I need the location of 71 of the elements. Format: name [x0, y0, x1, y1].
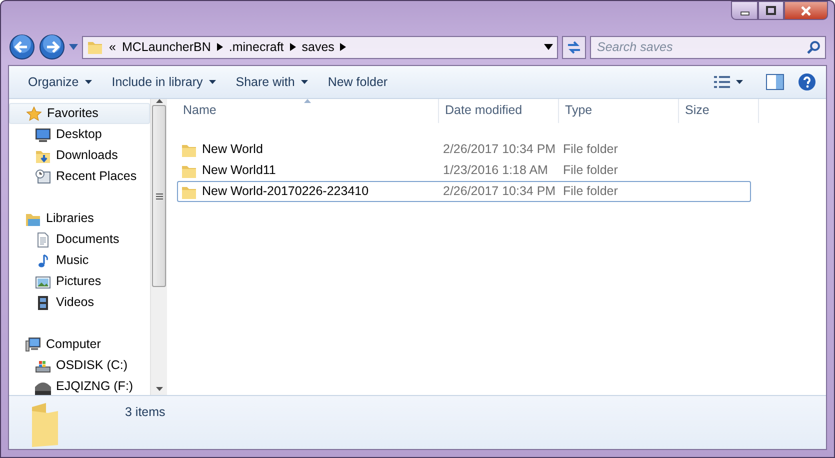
date-modified: 2/26/2017 10:34 PM [442, 183, 557, 200]
caret-icon [84, 80, 92, 84]
item-count: 3 items [125, 404, 166, 421]
recent-places-icon [35, 168, 51, 184]
refresh-button[interactable] [562, 36, 586, 58]
computer-icon [25, 336, 41, 352]
scrollbar[interactable] [150, 99, 167, 395]
sidebar-item[interactable]: Libraries [9, 208, 150, 229]
breadcrumb-item[interactable]: MCLauncherBN [122, 38, 211, 56]
sidebar-item[interactable]: Pictures [9, 271, 150, 292]
preview-pane-button[interactable] [766, 74, 784, 90]
sidebar-item[interactable]: EJQIZNG (F:) [9, 376, 150, 395]
sidebar-item[interactable]: OSDISK (C:) [9, 355, 150, 376]
file-type: File folder [562, 183, 619, 200]
file-type: File folder [562, 162, 619, 180]
chevron-icon [290, 43, 296, 51]
close-icon [800, 6, 812, 16]
column-header[interactable]: Size [679, 99, 759, 123]
sidebar-item[interactable]: Computer [9, 334, 150, 355]
file-row[interactable]: New World11 1/23/2016 1:18 AM File folder [177, 160, 751, 181]
grip-icon [156, 192, 162, 200]
column-header[interactable]: Date modified [439, 99, 559, 123]
monitor-icon [35, 126, 51, 142]
column-header[interactable]: Type [559, 99, 679, 123]
chevron-icon [216, 43, 223, 51]
sidebar-item[interactable]: Music [9, 250, 150, 271]
pictures-icon [35, 274, 51, 290]
file-name: New World [202, 141, 263, 158]
back-button[interactable] [9, 34, 35, 60]
search-icon [807, 40, 821, 54]
document-icon [35, 232, 51, 248]
recent-pages-icon[interactable] [69, 44, 78, 50]
toolbar-button[interactable]: Share with [226, 70, 317, 94]
chevron-icon [340, 43, 346, 51]
forward-button[interactable] [39, 34, 65, 60]
search-input[interactable]: Search saves [595, 36, 807, 58]
file-name: New World-20170226-223410 [202, 183, 369, 200]
sidebar-item[interactable]: Favorites [9, 103, 150, 124]
sidebar-item[interactable]: Downloads [9, 145, 150, 166]
caret-icon [300, 80, 308, 84]
sidebar-item[interactable]: Documents [9, 229, 150, 250]
minimize-button[interactable] [731, 1, 758, 20]
film-strip-icon [35, 294, 51, 310]
file-name: New World11 [202, 162, 276, 180]
sidebar-item[interactable]: Recent Places [9, 166, 150, 187]
list-view-icon [714, 76, 730, 88]
star-icon [26, 106, 42, 122]
toolbar-button[interactable]: New folder [318, 70, 397, 94]
scroll-down-icon [156, 387, 162, 391]
folder-icon [87, 39, 103, 55]
date-modified: 1/23/2016 1:18 AM [442, 162, 549, 180]
search-field[interactable]: Search saves [590, 36, 826, 58]
breadcrumb-item[interactable]: saves [302, 38, 334, 56]
close-button[interactable] [784, 1, 828, 20]
date-modified: 2/26/2017 10:34 PM [442, 141, 557, 158]
address-bar[interactable]: « MCLauncherBN .minecraft saves [82, 36, 558, 58]
breadcrumb-item[interactable]: .minecraft [228, 38, 284, 56]
maximize-button[interactable] [758, 1, 784, 20]
caret-icon [208, 80, 216, 84]
toolbar-button[interactable]: Include in library [102, 70, 225, 94]
dropdown-icon [544, 44, 553, 50]
help-button[interactable] [798, 73, 816, 91]
sidebar-item[interactable]: Desktop [9, 124, 150, 145]
file-row[interactable]: New World-20170226-223410 2/26/2017 10:34 PM File folder [177, 181, 751, 202]
sidebar-item[interactable]: Videos [9, 292, 150, 313]
maximize-icon [766, 6, 776, 16]
file-row[interactable]: New World 2/26/2017 10:34 PM File folder [177, 139, 751, 160]
toolbar-button[interactable]: Organize [19, 70, 101, 94]
overflow-chevron[interactable]: « [109, 38, 116, 56]
caret-icon [736, 80, 743, 84]
file-type: File folder [562, 141, 619, 158]
